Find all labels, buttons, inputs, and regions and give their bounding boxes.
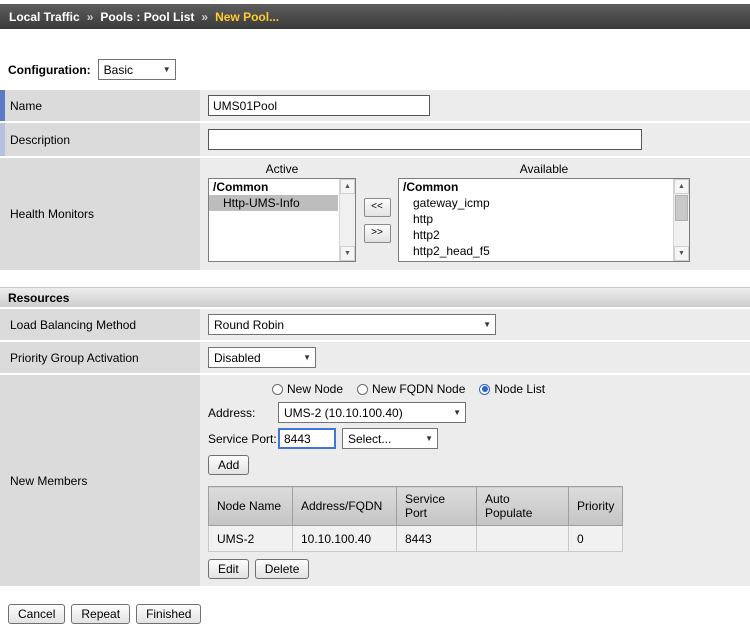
description-row: Description bbox=[0, 123, 750, 158]
new-members-label: New Members bbox=[0, 375, 200, 586]
health-monitors-row: Health Monitors Active Available /Common… bbox=[0, 158, 750, 272]
scroll-down-icon[interactable]: ▼ bbox=[340, 246, 355, 261]
table-row[interactable]: UMS-2 10.10.100.40 8443 0 bbox=[209, 526, 623, 552]
name-label: Name bbox=[0, 90, 200, 121]
address-field-row: Address: UMS-2 (10.10.100.40) ▼ bbox=[208, 402, 466, 423]
priority-group-row: Priority Group Activation Disabled ▼ bbox=[0, 342, 750, 375]
service-port-field-row: Service Port: Select... ▼ bbox=[208, 428, 438, 449]
member-auto-populate bbox=[477, 526, 569, 552]
chevron-down-icon: ▼ bbox=[159, 65, 171, 74]
radio-selected-icon bbox=[479, 384, 490, 395]
scrollbar[interactable]: ▲ ▼ bbox=[339, 179, 355, 261]
service-port-select-value: Select... bbox=[348, 432, 417, 446]
load-balancing-select-value: Round Robin bbox=[214, 318, 475, 332]
delete-button[interactable]: Delete bbox=[255, 559, 310, 579]
finished-button[interactable]: Finished bbox=[136, 604, 201, 624]
load-balancing-select[interactable]: Round Robin ▼ bbox=[208, 314, 496, 335]
move-to-available-button[interactable]: >> bbox=[364, 224, 391, 243]
node-type-radio-group: New Node New FQDN Node Node List bbox=[272, 381, 545, 397]
radio-icon bbox=[272, 384, 283, 395]
cancel-button[interactable]: Cancel bbox=[8, 604, 65, 624]
address-label: Address: bbox=[208, 406, 278, 420]
radio-node-list[interactable]: Node List bbox=[479, 382, 545, 396]
service-port-label: Service Port: bbox=[208, 432, 278, 446]
breadcrumb: Local Traffic » Pools : Pool List » New … bbox=[0, 4, 750, 29]
new-members-row: New Members New Node New FQDN Node Node … bbox=[0, 375, 750, 588]
scrollbar[interactable]: ▲ ▼ bbox=[673, 179, 689, 261]
service-port-input[interactable] bbox=[278, 428, 336, 449]
breadcrumb-section[interactable]: Local Traffic bbox=[9, 10, 80, 24]
column-header: Node Name bbox=[209, 487, 293, 526]
radio-label: Node List bbox=[494, 382, 545, 396]
member-node-name: UMS-2 bbox=[209, 526, 293, 552]
chevron-down-icon: ▼ bbox=[421, 434, 433, 443]
radio-new-node[interactable]: New Node bbox=[272, 382, 343, 396]
active-list-heading: Active bbox=[208, 162, 356, 176]
scroll-up-icon[interactable]: ▲ bbox=[674, 179, 689, 194]
radio-label: New Node bbox=[287, 382, 343, 396]
radio-new-fqdn-node[interactable]: New FQDN Node bbox=[357, 382, 465, 396]
configuration-select[interactable]: Basic ▼ bbox=[98, 59, 176, 80]
configuration-label: Configuration: bbox=[8, 63, 91, 77]
configuration-select-value: Basic bbox=[104, 63, 155, 77]
radio-label: New FQDN Node bbox=[372, 382, 465, 396]
configuration-form: Name Description Health Monitors Active … bbox=[0, 90, 750, 272]
repeat-button[interactable]: Repeat bbox=[71, 604, 130, 624]
list-item[interactable]: http bbox=[399, 211, 672, 227]
monitor-group-label: /Common bbox=[399, 179, 672, 195]
resources-form: Load Balancing Method Round Robin ▼ Prio… bbox=[0, 309, 750, 588]
column-header: Auto Populate bbox=[477, 487, 569, 526]
list-item[interactable]: gateway_icmp bbox=[399, 195, 672, 211]
column-header: Priority bbox=[569, 487, 623, 526]
load-balancing-row: Load Balancing Method Round Robin ▼ bbox=[0, 309, 750, 342]
members-table: Node Name Address/FQDN Service Port Auto… bbox=[208, 486, 623, 552]
add-button[interactable]: Add bbox=[208, 455, 249, 475]
resources-section-header: Resources bbox=[0, 287, 750, 309]
move-to-active-button[interactable]: << bbox=[364, 198, 391, 217]
monitor-group-label: /Common bbox=[209, 179, 338, 195]
load-balancing-label: Load Balancing Method bbox=[0, 309, 200, 340]
member-priority: 0 bbox=[569, 526, 623, 552]
active-monitors-listbox[interactable]: /Common Http-UMS-Info ▲ ▼ bbox=[208, 178, 356, 262]
edit-button[interactable]: Edit bbox=[208, 559, 249, 579]
breadcrumb-path[interactable]: Pools : Pool List bbox=[100, 10, 194, 24]
radio-icon bbox=[357, 384, 368, 395]
scroll-up-icon[interactable]: ▲ bbox=[340, 179, 355, 194]
health-monitors-label: Health Monitors bbox=[0, 158, 200, 270]
member-service-port: 8443 bbox=[397, 526, 477, 552]
required-marker bbox=[0, 90, 5, 121]
description-label: Description bbox=[0, 123, 200, 156]
priority-group-label: Priority Group Activation bbox=[0, 342, 200, 373]
description-input[interactable] bbox=[208, 129, 642, 150]
service-port-select[interactable]: Select... ▼ bbox=[342, 428, 438, 449]
breadcrumb-separator-icon: » bbox=[201, 10, 208, 24]
priority-group-select[interactable]: Disabled ▼ bbox=[208, 347, 316, 368]
breadcrumb-separator-icon: » bbox=[87, 10, 94, 24]
name-input[interactable] bbox=[208, 95, 430, 116]
list-item[interactable]: Http-UMS-Info bbox=[209, 195, 338, 211]
breadcrumb-current: New Pool... bbox=[215, 10, 279, 24]
list-item[interactable]: http2 bbox=[399, 227, 672, 243]
address-select-value: UMS-2 (10.10.100.40) bbox=[284, 406, 445, 420]
chevron-down-icon: ▼ bbox=[299, 353, 311, 362]
scroll-down-icon[interactable]: ▼ bbox=[674, 246, 689, 261]
chevron-down-icon: ▼ bbox=[449, 408, 461, 417]
footer-actions: Cancel Repeat Finished bbox=[8, 604, 750, 624]
configuration-bar: Configuration: Basic ▼ bbox=[8, 59, 750, 80]
column-header: Address/FQDN bbox=[293, 487, 397, 526]
column-header: Service Port bbox=[397, 487, 477, 526]
name-row: Name bbox=[0, 90, 750, 123]
priority-group-select-value: Disabled bbox=[214, 351, 295, 365]
optional-marker bbox=[0, 123, 5, 156]
scrollbar-thumb[interactable] bbox=[675, 195, 688, 221]
chevron-down-icon: ▼ bbox=[479, 320, 491, 329]
members-table-header-row: Node Name Address/FQDN Service Port Auto… bbox=[209, 487, 623, 526]
list-item[interactable]: http2_head_f5 bbox=[399, 243, 672, 259]
available-monitors-listbox[interactable]: /Common gateway_icmp http http2 http2_he… bbox=[398, 178, 690, 262]
address-select[interactable]: UMS-2 (10.10.100.40) ▼ bbox=[278, 402, 466, 423]
available-list-heading: Available bbox=[398, 162, 690, 176]
member-address: 10.10.100.40 bbox=[293, 526, 397, 552]
